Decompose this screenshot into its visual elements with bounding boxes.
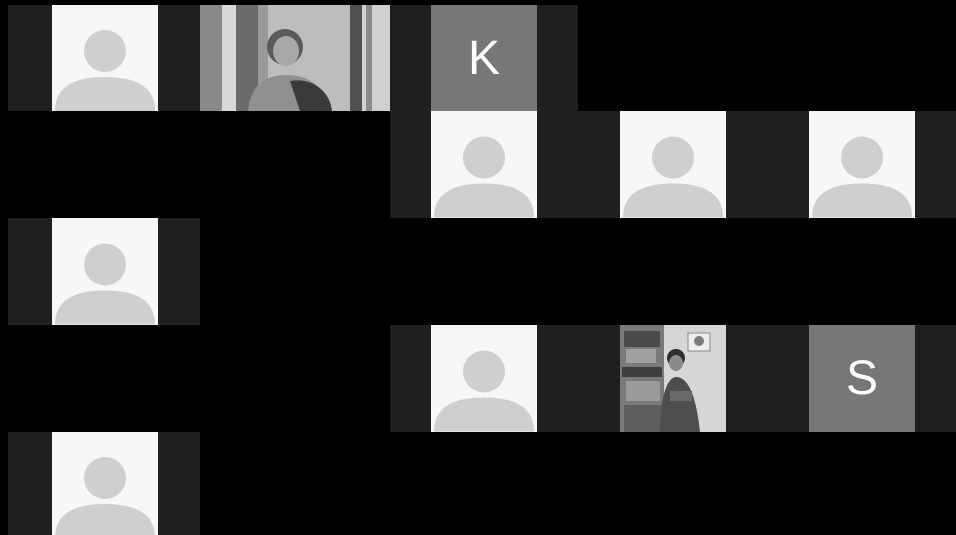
video-gallery: K S (0, 0, 956, 535)
participant-tile-1[interactable] (52, 5, 158, 111)
participant-initial-tile[interactable]: S (809, 325, 915, 432)
participant-video-1[interactable] (200, 5, 390, 111)
person-silhouette-icon (812, 136, 912, 218)
participant-initial-tile[interactable]: K (431, 5, 537, 111)
person-silhouette-icon (434, 136, 534, 218)
person-silhouette-icon (55, 243, 155, 325)
participant-initial: S (845, 352, 878, 405)
participant-tile-2[interactable] (431, 111, 537, 218)
participant-tile-6[interactable] (431, 325, 537, 432)
person-silhouette-icon (55, 30, 155, 111)
person-silhouette-icon (55, 457, 155, 535)
video-feed (620, 325, 726, 432)
person-silhouette-icon (623, 136, 723, 218)
participant-tile-7[interactable] (52, 432, 158, 535)
video-feed (200, 5, 390, 111)
participant-tile-4[interactable] (809, 111, 915, 218)
participant-tile-3[interactable] (620, 111, 726, 218)
person-silhouette-icon (434, 350, 534, 432)
participant-tile-5[interactable] (52, 218, 158, 325)
participant-video-2[interactable] (620, 325, 726, 432)
participant-initial: K (467, 31, 500, 85)
